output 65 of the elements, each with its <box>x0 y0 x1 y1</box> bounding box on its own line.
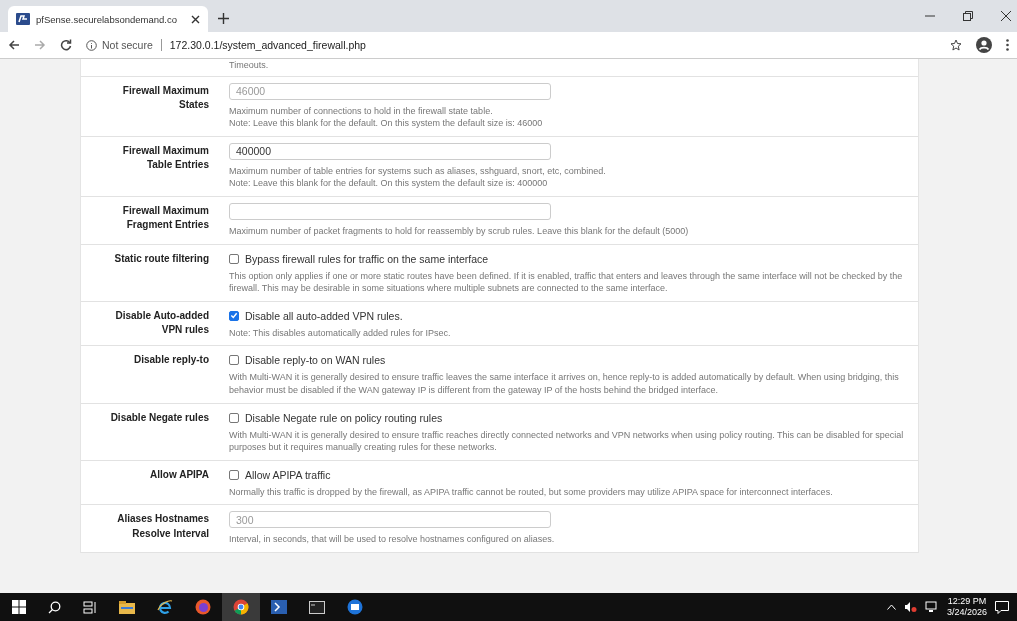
reload-icon[interactable] <box>60 39 72 51</box>
setting-label: Disable Auto-added VPN rules <box>114 308 209 338</box>
menu-icon[interactable] <box>1006 39 1009 51</box>
help-text: Maximum number of connections to hold in the firewall state table. <box>229 104 494 118</box>
folder-icon[interactable] <box>119 600 135 614</box>
search-icon[interactable] <box>48 600 61 614</box>
setting-label: Allow APIPA <box>149 467 209 482</box>
notification-icon[interactable] <box>995 600 1009 614</box>
network-icon[interactable] <box>924 601 939 613</box>
help-text: Note: Leave this blank for the default. On this system the default size is: 46000 <box>229 117 544 130</box>
caret-up-icon[interactable] <box>886 604 896 610</box>
checkbox-label[interactable]: Disable all auto-added VPN rules. <box>245 309 403 322</box>
checkbox[interactable] <box>229 310 239 321</box>
help-text: Note: This disables automatically added rules for IPsec. <box>229 326 452 340</box>
help-text: Maximum number of table entries for systems such as aliases, sshguard, snort, etc, combined. <box>229 164 607 178</box>
chrome-icon[interactable] <box>233 599 249 615</box>
help-text: With Multi-WAN it is generally desired to ensure traffic reaches directly connected networks and VPN networks when using policy routing. This can be disabled for special purposes but it requires manually creating rules for these networks. <box>229 428 904 454</box>
terminal-icon[interactable] <box>309 600 325 614</box>
taskbar-clock[interactable]: 12:29 PM 3/24/2026 <box>946 596 987 618</box>
setting-label: Firewall Maximum Table Entries <box>121 143 209 173</box>
setting-label: Aliases Hostnames Resolve Interval <box>116 512 209 541</box>
tab-title: pfSense.securelabsondemand.co <box>36 13 178 25</box>
help-text: This option only applies if one or more static routes have been defined. If it is enabled, traffic that enters and leaves through the same interface will not be checked by the firewall. This may be desirable in some situations where multiple subnets are connected to the same interface. <box>229 269 904 295</box>
help-text: Timeouts. <box>229 59 270 72</box>
setting-label: Disable Negate rules <box>109 410 209 425</box>
checkbox-label[interactable]: Disable reply-to on WAN rules <box>245 354 386 367</box>
checkbox[interactable] <box>229 412 239 423</box>
checkbox[interactable] <box>229 355 239 366</box>
app-icon[interactable] <box>347 599 363 615</box>
help-text: Interval, in seconds, that will be used to resolve hostnames configured on aliases. <box>229 533 556 546</box>
security-label: Not secure <box>102 39 153 51</box>
setting-label: Disable reply-to <box>132 353 209 368</box>
input-field[interactable] <box>229 202 551 220</box>
internet-explorer-icon[interactable] <box>157 599 173 615</box>
input-field[interactable]: 400000 <box>229 142 551 160</box>
clock-date: 3/24/2026 <box>946 607 987 618</box>
back-arrow-icon[interactable] <box>8 39 20 51</box>
info-icon <box>86 39 97 51</box>
close-icon[interactable] <box>1001 11 1011 21</box>
powershell-icon[interactable] <box>271 600 287 614</box>
checkbox-label[interactable]: Bypass firewall rules for traffic on the same interface <box>245 252 489 265</box>
help-text: Normally this traffic is dropped by the firewall, as APIPA traffic cannot be routed, but some providers may utilize APIPA space for interconnect interfaces. <box>229 485 834 499</box>
task-view-icon[interactable] <box>83 600 97 614</box>
checkbox-label[interactable]: Disable Negate rule on policy routing rules <box>245 411 443 424</box>
input-field[interactable]: 46000 <box>229 82 551 100</box>
star-icon[interactable] <box>950 39 962 51</box>
input-field[interactable]: 300 <box>229 511 551 529</box>
speaker-icon[interactable] <box>903 601 917 613</box>
setting-label: Firewall Maximum States <box>121 83 209 113</box>
setting-label: Static route filtering <box>113 251 209 266</box>
help-text: Maximum number of packet fragments to hold for reassembly by scrub rules. Leave this blank for the default (5000) <box>229 224 690 238</box>
close-icon[interactable] <box>191 14 200 24</box>
checkbox[interactable] <box>229 469 239 480</box>
help-text: Note: Leave this blank for the default. On this system the default size is: 400000 <box>229 177 549 190</box>
setting-label: Firewall Maximum Fragment Entries <box>121 203 209 233</box>
checkbox[interactable] <box>229 253 239 264</box>
browser-tab[interactable]: pfSense.securelabsondemand.co <box>8 6 208 32</box>
url-text: 172.30.0.1/system_advanced_firewall.php <box>169 39 366 51</box>
checkbox-label[interactable]: Allow APIPA traffic <box>245 468 331 481</box>
windows-start-icon[interactable] <box>12 600 26 614</box>
help-text: With Multi-WAN it is generally desired to ensure traffic leaves the same interface it arrives on, hence reply-to is added automatically by default. When using bridging, this behavior must be disabled if the WAN gateway IP is different from the gateway IP of the hosts behind the bridged interface. <box>229 371 900 397</box>
account-icon[interactable] <box>976 37 992 53</box>
clock-time: 12:29 PM <box>947 596 987 607</box>
new-tab-icon[interactable] <box>218 13 229 24</box>
restore-icon[interactable] <box>963 11 973 21</box>
